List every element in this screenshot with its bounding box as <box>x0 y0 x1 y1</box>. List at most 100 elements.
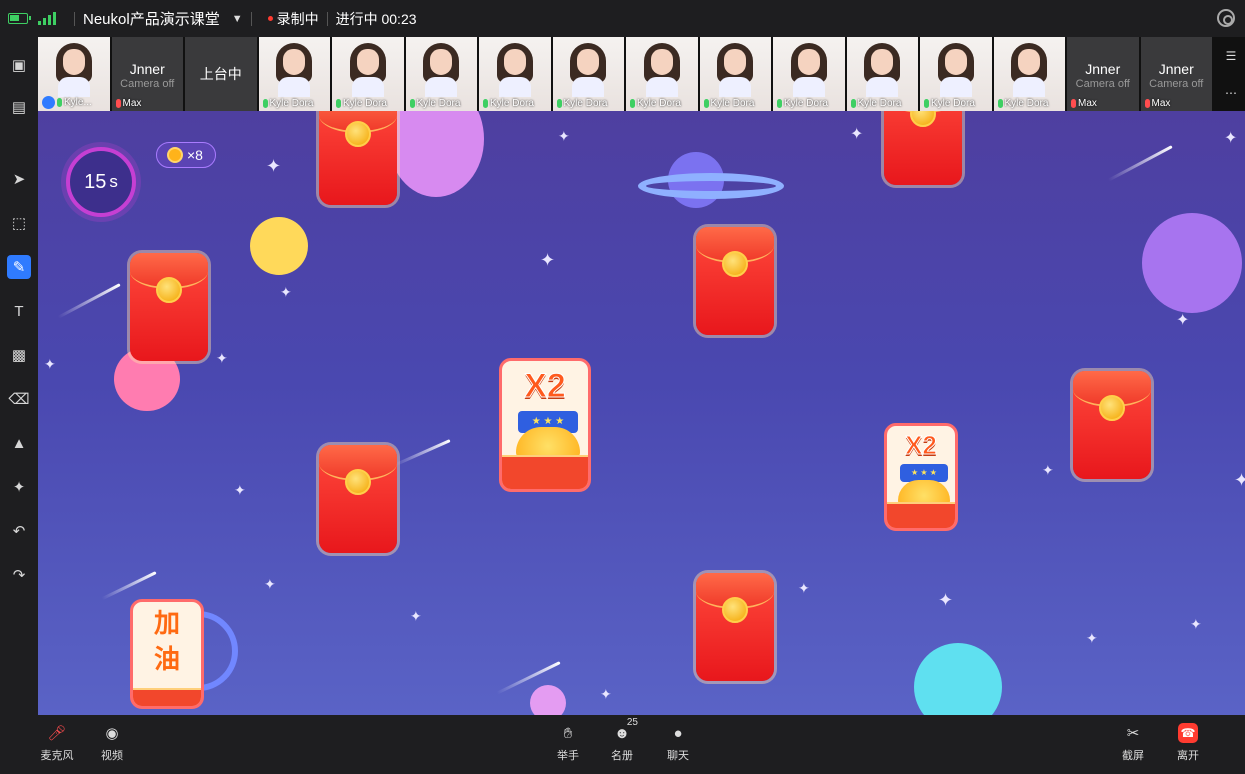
mic-active-icon <box>409 99 415 108</box>
camera-off-status: Camera off <box>1149 78 1204 90</box>
recording-status[interactable]: 录制中 <box>277 9 319 29</box>
planet-decoration <box>1142 213 1242 313</box>
participant-video-tile[interactable]: Kyle Dora <box>846 37 918 111</box>
participant-name: Kyle Dora <box>416 98 461 109</box>
chat-button[interactable]: ● 聊天 <box>656 723 700 763</box>
game-board[interactable]: ✦ ✦ ✦ ✦ ✦ ✦ ✦ ✦ ✦ ✦ ✦ ✦ ✦ ✦ ✦ ✦ ✦ ✦ ✦ 15… <box>38 111 1245 715</box>
text-tool-icon[interactable]: T <box>7 299 31 323</box>
participant-video <box>421 43 461 97</box>
participant-video-tile[interactable]: Kyle Dora <box>258 37 330 111</box>
participant-camera-off-tile[interactable]: Jnner Camera off Max <box>1140 37 1212 111</box>
star-decoration: ✦ <box>850 126 864 143</box>
collapse-strip-icon[interactable]: ☰ <box>1226 49 1237 63</box>
moon-decoration <box>250 217 308 275</box>
red-envelope[interactable] <box>696 227 774 335</box>
whiteboard-icon[interactable]: ▣ <box>7 53 31 77</box>
screen-share-icon[interactable]: ▤ <box>7 95 31 119</box>
participant-label: Kyle Dora <box>479 98 551 109</box>
participant-video-tile[interactable]: Kyle Dora <box>773 37 845 111</box>
record-dot-icon <box>267 16 273 21</box>
leave-button[interactable]: ☎︎ 离开 <box>1166 723 1210 763</box>
timer-value: 15 <box>84 170 107 193</box>
timer-unit: s <box>109 172 118 191</box>
star-decoration: ✦ <box>234 482 246 498</box>
participant-camera-off-tile[interactable]: Jnner Camera off Max <box>1067 37 1139 111</box>
red-envelope[interactable] <box>130 253 208 361</box>
comet-decoration <box>1107 145 1173 182</box>
mic-active-icon <box>630 99 635 108</box>
hang-up-icon: ☎︎ <box>1178 723 1198 743</box>
participant-video-tile[interactable]: Kyle Dora <box>332 37 404 111</box>
leave-label: 离开 <box>1177 750 1199 762</box>
red-envelope[interactable] <box>319 445 397 553</box>
participant-video-tile[interactable]: Kyle Dora <box>993 37 1066 111</box>
participant-video-tile[interactable]: Kyle Dora <box>552 37 624 111</box>
star-decoration: ✦ <box>1234 470 1245 490</box>
divider <box>74 11 75 26</box>
chevron-down-icon[interactable]: ▼ <box>232 13 243 25</box>
participant-video-tile[interactable]: Kyle Dora <box>479 37 551 111</box>
image-tool-icon[interactable]: ▩ <box>7 343 31 367</box>
clear-board-icon[interactable]: ▲ <box>7 431 31 455</box>
participant-video <box>862 43 902 97</box>
more-icon[interactable]: ⋯ <box>1225 86 1237 100</box>
star-decoration: ✦ <box>1176 312 1190 329</box>
participant-name: Kyle Dora <box>931 98 975 109</box>
participant-video-tile[interactable]: Kyle Dora <box>920 37 992 111</box>
red-envelope[interactable] <box>884 111 962 185</box>
star-decoration: ✦ <box>558 128 570 144</box>
participant-video-tile[interactable]: Kyle Dora <box>699 37 771 111</box>
star-decoration: ✦ <box>264 576 276 592</box>
raise-hand-button[interactable]: ✋︎ 举手 <box>546 723 590 763</box>
participant-name: Jnner <box>1158 61 1194 77</box>
undo-icon[interactable]: ↶ <box>7 519 31 543</box>
cheer-card[interactable]: 加 油 <box>130 599 204 709</box>
settings-icon[interactable] <box>1217 9 1235 27</box>
participant-camera-off-tile[interactable]: Jnner Camera off Max <box>111 37 183 111</box>
star-decoration: ✦ <box>1042 462 1054 478</box>
planet-decoration <box>914 643 1002 715</box>
star-decoration: ✦ <box>410 608 422 624</box>
area-select-icon[interactable]: ⬚ <box>7 211 31 235</box>
red-envelope[interactable] <box>1073 371 1151 479</box>
participant-video <box>789 43 829 97</box>
class-title[interactable]: Neukol产品演示课堂 <box>83 8 220 29</box>
left-toolbar: ▣ ▤ ➤ ⬚ ✎ T ▩ ⌫ ▲ ✦ ↶ ↷ <box>0 37 38 715</box>
mic-active-icon <box>703 99 709 108</box>
planet-ring-decoration <box>638 173 784 199</box>
redo-icon[interactable]: ↷ <box>7 563 31 587</box>
multiplier-card[interactable]: X2 ★ ★ ★ <box>884 423 958 531</box>
participant-video <box>348 43 388 97</box>
magic-wand-icon[interactable]: ✦ <box>7 475 31 499</box>
eraser-icon[interactable]: ⌫ <box>7 387 31 411</box>
roster-count: 25 <box>626 717 638 728</box>
select-tool-icon[interactable]: ➤ <box>7 167 31 191</box>
participant-video-tile[interactable]: Kyle Dora <box>405 37 477 111</box>
pen-tool-icon[interactable]: ✎ <box>7 255 31 279</box>
countdown-timer: 15 s <box>66 147 136 217</box>
screenshot-button[interactable]: ✂︎ 截屏 <box>1111 723 1155 763</box>
participant-label: Kyle Dora <box>994 98 1066 109</box>
comet-decoration <box>101 571 157 601</box>
participant-name: Kyle Dora <box>710 98 755 109</box>
participant-name: Jnner <box>1085 61 1121 77</box>
comet-decoration <box>394 439 451 467</box>
roster-button[interactable]: ☻ 25 名册 <box>600 717 644 763</box>
multiplier-card[interactable]: X2 ★ ★ ★ <box>499 358 591 492</box>
participant-label: Kyle... <box>38 96 110 109</box>
on-stage-label: 上台中 <box>199 66 242 82</box>
participant-video-tile[interactable]: Kyle... <box>38 37 110 111</box>
participant-video-tile[interactable]: Kyle Dora <box>626 37 698 111</box>
star-decoration: ✦ <box>540 250 556 270</box>
mic-muted-icon <box>1144 99 1150 108</box>
video-button[interactable]: ◉ 视频 <box>90 723 134 763</box>
participant-video <box>1009 43 1049 97</box>
divider <box>326 11 328 26</box>
camera-off-status: Camera off <box>1075 78 1130 90</box>
coin-icon <box>167 147 183 163</box>
on-stage-tile[interactable]: 上台中 <box>185 37 257 111</box>
red-envelope[interactable] <box>319 111 397 205</box>
mic-button[interactable]: 🎤︎ 麦克风 <box>35 723 79 763</box>
red-envelope[interactable] <box>696 573 774 681</box>
coin-counter: ×8 <box>156 142 216 168</box>
